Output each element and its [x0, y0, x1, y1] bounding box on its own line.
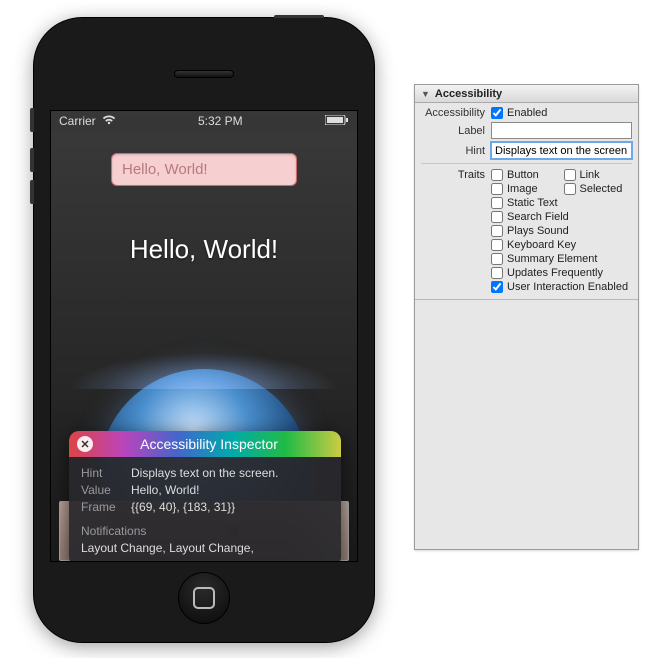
trait-selected[interactable]: Selected: [564, 183, 633, 195]
value-value: Hello, World!: [131, 482, 199, 499]
trait-keyboard-key[interactable]: Keyboard Key: [491, 239, 632, 251]
accessibility-inspector[interactable]: ✕ Accessibility Inspector Hint Displays …: [69, 431, 341, 562]
hello-label: Hello, World!: [51, 234, 357, 265]
traits-row-label: Traits: [421, 169, 491, 293]
close-icon[interactable]: ✕: [77, 436, 93, 452]
notifications-label: Notifications: [81, 523, 329, 540]
iphone-device: Carrier 5:32 PM Hello, World! Hello, Wor…: [34, 18, 374, 642]
inspector-title: Accessibility Inspector: [101, 436, 317, 452]
panel-empty-area: [415, 299, 638, 519]
panel-title: Accessibility: [435, 88, 502, 100]
disclosure-triangle-icon[interactable]: ▼: [421, 89, 430, 99]
carrier-label: Carrier: [59, 114, 96, 128]
hint-key: Hint: [81, 465, 123, 482]
accessibility-row-label: Accessibility: [421, 107, 491, 119]
clock-label: 5:32 PM: [116, 114, 325, 128]
trait-user-interaction-enabled[interactable]: User Interaction Enabled: [491, 281, 632, 293]
value-key: Value: [81, 482, 123, 499]
enabled-label: Enabled: [507, 107, 547, 119]
inspector-body: Hint Displays text on the screen. Value …: [69, 457, 341, 562]
battery-icon: [325, 114, 349, 128]
inspector-header[interactable]: ✕ Accessibility Inspector: [69, 431, 341, 457]
panel-header[interactable]: ▼ Accessibility: [415, 85, 638, 103]
label-field[interactable]: [491, 122, 632, 139]
trait-image[interactable]: Image: [491, 183, 560, 195]
hint-row-label: Hint: [421, 145, 491, 157]
hint-field[interactable]: [491, 142, 632, 159]
earpiece: [174, 70, 234, 78]
textfield-placeholder: Hello, World!: [122, 161, 208, 178]
trait-button[interactable]: Button: [491, 169, 560, 181]
frame-value: {{69, 40}, {183, 31}}: [131, 499, 235, 516]
wifi-icon: [102, 114, 116, 128]
hint-value: Displays text on the screen.: [131, 465, 278, 482]
trait-link[interactable]: Link: [564, 169, 633, 181]
panel-body: Accessibility Enabled Label Hint Traits …: [415, 103, 638, 299]
enabled-checkbox[interactable]: Enabled: [491, 107, 547, 119]
home-button[interactable]: [178, 572, 230, 624]
trait-plays-sound[interactable]: Plays Sound: [491, 225, 632, 237]
enabled-checkbox-input[interactable]: [491, 107, 503, 119]
trait-search-field[interactable]: Search Field: [491, 211, 632, 223]
notifications-value: Layout Change, Layout Change,: [81, 540, 329, 557]
screen: Carrier 5:32 PM Hello, World! Hello, Wor…: [50, 110, 358, 562]
trait-static-text[interactable]: Static Text: [491, 197, 632, 209]
trait-summary-element[interactable]: Summary Element: [491, 253, 632, 265]
xcode-accessibility-panel: ▼ Accessibility Accessibility Enabled La…: [414, 84, 639, 550]
trait-updates-frequently[interactable]: Updates Frequently: [491, 267, 632, 279]
frame-key: Frame: [81, 499, 123, 516]
status-bar: Carrier 5:32 PM: [51, 111, 357, 131]
label-row-label: Label: [421, 125, 491, 137]
hello-textfield[interactable]: Hello, World!: [111, 153, 297, 186]
